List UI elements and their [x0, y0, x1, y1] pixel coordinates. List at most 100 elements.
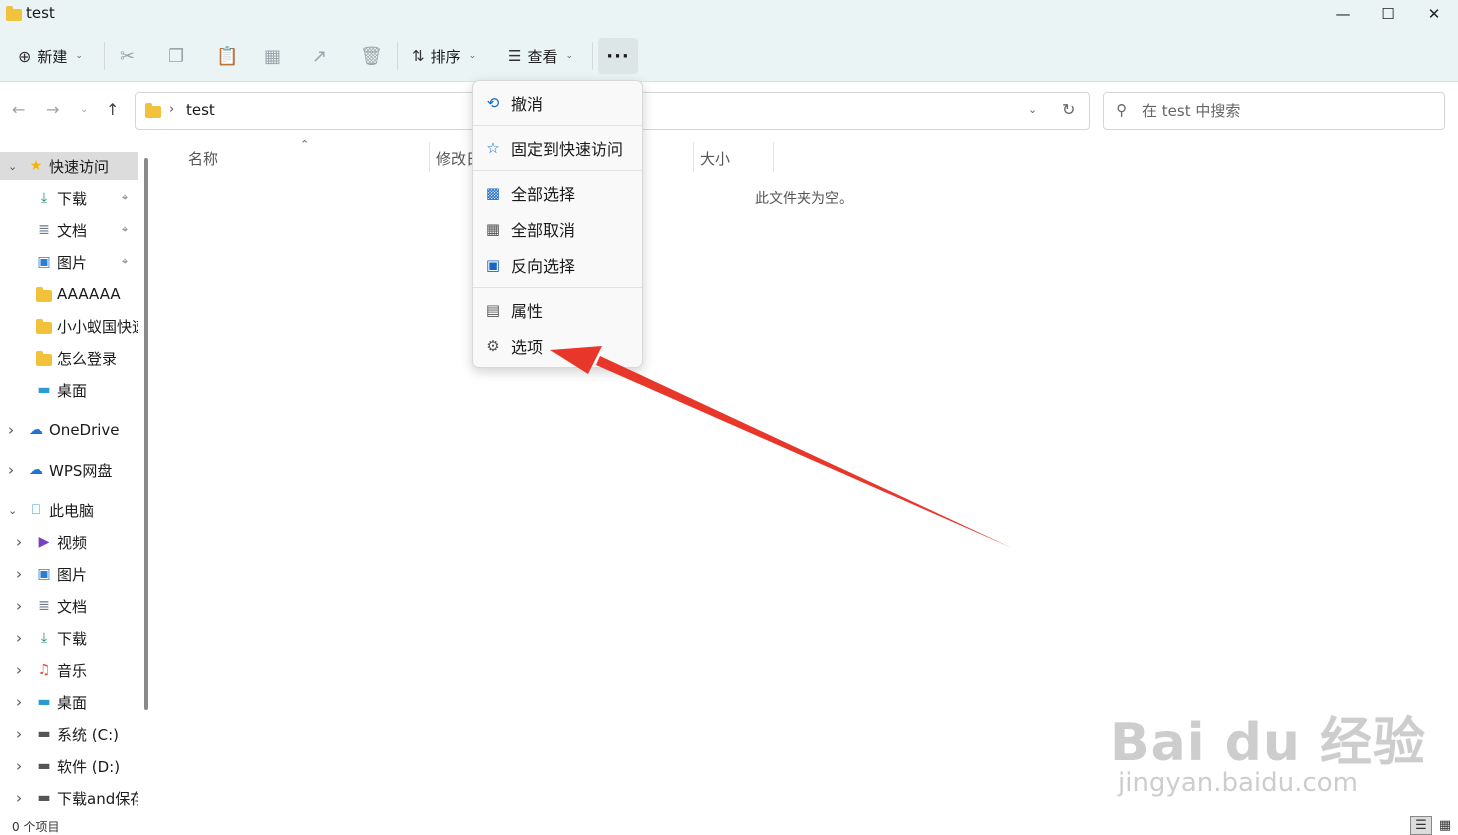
forward-arrow-icon[interactable]: →	[46, 100, 59, 119]
toolbar-divider	[397, 42, 398, 70]
rename-button[interactable]: ▦	[264, 40, 281, 72]
sidebar-item[interactable]: ⤓ 下载 ⌖	[0, 184, 138, 212]
menu-divider	[473, 125, 642, 126]
video-icon: ▶	[38, 534, 50, 550]
sidebar-item[interactable]: › ⤓ 下载	[0, 624, 138, 652]
share-button[interactable]: ↗	[312, 40, 327, 72]
more-options-button[interactable]: ···	[598, 38, 638, 74]
sidebar-item[interactable]: › ☁ OneDrive	[0, 416, 138, 444]
menu-item-pin-quick-access[interactable]: ☆ 固定到快速访问	[473, 131, 642, 165]
sidebar-item[interactable]: 小小蚁国快速	[0, 312, 138, 340]
sidebar-item[interactable]: › ▬ 软件 (D:)	[0, 752, 138, 780]
sidebar-scrollbar[interactable]	[144, 158, 148, 710]
sidebar-item[interactable]: ⌄ ⎕ 此电脑	[0, 496, 138, 524]
menu-divider	[473, 287, 642, 288]
title-bar: test — ☐ ✕	[0, 0, 1458, 30]
menu-item-label: 撤消	[511, 95, 544, 114]
download-icon: ⤓	[40, 190, 48, 206]
chevron-right-icon[interactable]: ›	[169, 102, 174, 117]
sidebar-item-label: 图片	[57, 565, 88, 584]
chevron-down-icon[interactable]: ⌄	[1028, 103, 1037, 116]
chevron-right-icon[interactable]: ›	[16, 629, 22, 647]
sidebar-item[interactable]: › ≣ 文档	[0, 592, 138, 620]
sidebar-item[interactable]: ⌄ ★ 快速访问	[0, 152, 138, 180]
sidebar-item-label: 图片	[57, 253, 88, 272]
delete-button[interactable]: 🗑	[360, 40, 383, 72]
sidebar-item[interactable]: › ▶ 视频	[0, 528, 138, 556]
drive-icon: ▬	[37, 758, 51, 774]
sidebar-item[interactable]: ▣ 图片 ⌖	[0, 248, 138, 276]
details-view-button[interactable]: ☰	[1410, 816, 1432, 835]
menu-item-undo[interactable]: ⟲ 撤消	[473, 86, 642, 120]
chevron-right-icon[interactable]: ›	[8, 421, 14, 439]
refresh-icon[interactable]: ↻	[1062, 100, 1075, 119]
view-button[interactable]: ☰ 查看 ⌄	[508, 40, 573, 72]
menu-item-select-none[interactable]: ▦ 全部取消	[473, 212, 642, 246]
rename-icon: ▦	[264, 45, 282, 67]
details-view-icon: ☰	[1415, 818, 1427, 833]
copy-button[interactable]: ❐	[168, 40, 184, 72]
pin-icon: ⌖	[122, 255, 129, 268]
column-header-size[interactable]: 大小	[700, 148, 730, 169]
column-header-name[interactable]: 名称	[188, 148, 218, 169]
minimize-button[interactable]: —	[1320, 0, 1366, 28]
desktop-icon: ▬	[37, 382, 51, 398]
sidebar-item-label: 小小蚁国快速	[57, 317, 138, 336]
chevron-right-icon[interactable]: ›	[8, 461, 14, 479]
sidebar-item[interactable]: 怎么登录	[0, 344, 138, 372]
sidebar-item[interactable]: › ☁ WPS网盘	[0, 456, 138, 484]
copy-icon: ❐	[168, 45, 185, 67]
chevron-right-icon[interactable]: ›	[16, 725, 22, 743]
sidebar-item[interactable]: › ▣ 图片	[0, 560, 138, 588]
menu-item-invert-selection[interactable]: ▣ 反向选择	[473, 248, 642, 282]
tiles-view-button[interactable]: ▦	[1434, 816, 1456, 835]
document-icon: ≣	[38, 222, 50, 238]
cut-button[interactable]: ✂	[120, 40, 135, 72]
sidebar-item[interactable]: › ♫ 音乐	[0, 656, 138, 684]
paste-button[interactable]: 📋	[216, 40, 238, 72]
folder-icon	[145, 103, 162, 118]
sidebar-item[interactable]: › ▬ 桌面	[0, 688, 138, 716]
folder-icon	[36, 350, 52, 366]
chevron-right-icon[interactable]: ›	[16, 757, 22, 775]
chevron-right-icon[interactable]: ›	[16, 661, 22, 679]
address-path[interactable]: test	[186, 101, 215, 119]
menu-item-options[interactable]: ⚙ 选项	[473, 329, 642, 363]
column-divider[interactable]	[693, 142, 694, 172]
menu-item-properties[interactable]: ▤ 属性	[473, 293, 642, 327]
menu-item-select-all[interactable]: ▩ 全部选择	[473, 176, 642, 210]
invert-selection-icon: ▣	[485, 256, 501, 274]
more-options-menu: ⟲ 撤消 ☆ 固定到快速访问 ▩ 全部选择 ▦ 全部取消 ▣ 反向选择 ▤ 属性…	[472, 80, 643, 368]
column-divider[interactable]	[429, 142, 430, 172]
chevron-right-icon[interactable]: ›	[16, 533, 22, 551]
close-button[interactable]: ✕	[1411, 0, 1457, 28]
sidebar-item[interactable]: › ▬ 系统 (C:)	[0, 720, 138, 748]
watermark-main: Bai du 经验	[1110, 713, 1426, 773]
search-input[interactable]	[1142, 100, 1432, 122]
maximize-button[interactable]: ☐	[1365, 0, 1411, 28]
chevron-right-icon[interactable]: ›	[16, 789, 22, 807]
select-all-icon: ▩	[485, 184, 501, 202]
chevron-right-icon[interactable]: ›	[16, 597, 22, 615]
menu-divider	[473, 170, 642, 171]
up-arrow-icon[interactable]: ↑	[106, 100, 119, 119]
sidebar-item[interactable]: › ▬ 下载and保存	[0, 784, 138, 812]
search-box[interactable]: ⚲	[1103, 92, 1445, 130]
new-label: 新建	[37, 47, 68, 66]
chevron-down-icon[interactable]: ⌄	[8, 504, 17, 517]
new-button[interactable]: ⊕ 新建 ⌄	[18, 40, 83, 72]
back-arrow-icon[interactable]: ←	[12, 100, 25, 119]
chevron-right-icon[interactable]: ›	[16, 565, 22, 583]
chevron-right-icon[interactable]: ›	[16, 693, 22, 711]
status-item-count: 0 个项目	[12, 820, 60, 834]
sort-button[interactable]: ⇅ 排序 ⌄	[412, 40, 476, 72]
recent-chevron-icon[interactable]: ⌄	[80, 104, 88, 115]
picture-icon: ▣	[37, 254, 51, 270]
drive-icon: ▬	[37, 790, 51, 806]
scissors-icon: ✂	[120, 45, 136, 67]
sidebar-item[interactable]: AAAAAA	[0, 280, 138, 308]
sidebar-item[interactable]: ≣ 文档 ⌖	[0, 216, 138, 244]
chevron-down-icon[interactable]: ⌄	[8, 160, 17, 173]
sidebar-item[interactable]: ▬ 桌面	[0, 376, 138, 404]
column-divider[interactable]	[773, 142, 774, 172]
